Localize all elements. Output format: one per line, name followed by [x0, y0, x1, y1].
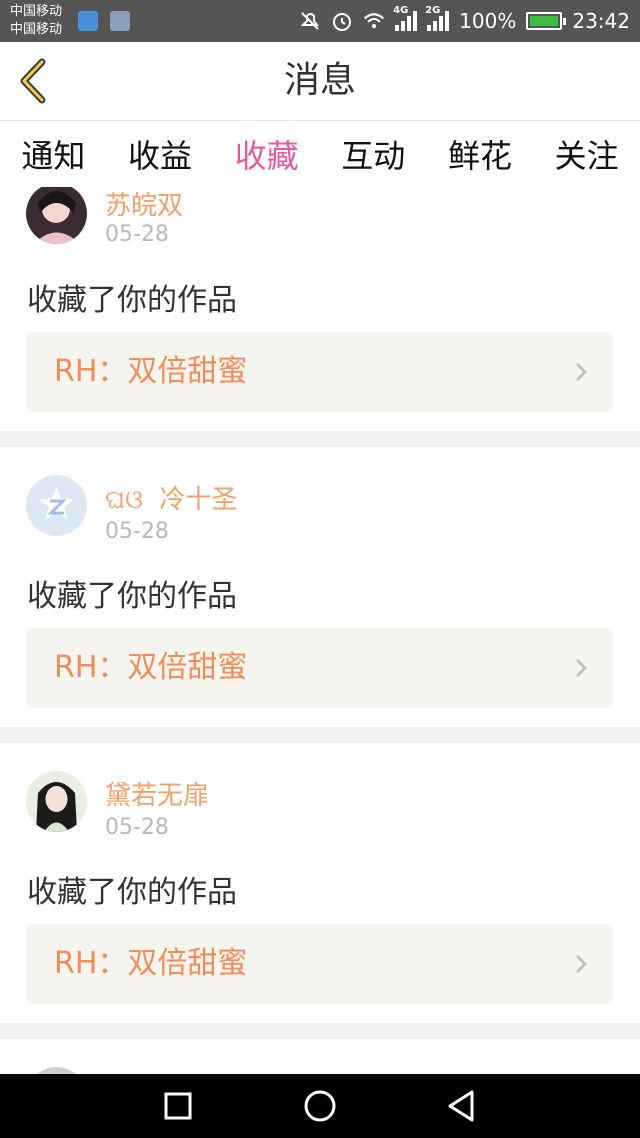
mute-icon	[299, 10, 321, 32]
app-header: 消息	[0, 42, 640, 121]
recents-button[interactable]	[160, 1088, 196, 1124]
clock: 23:42	[572, 9, 630, 33]
network-type-2: 2G	[425, 5, 441, 16]
tab-notifications[interactable]: 通知	[13, 131, 93, 177]
user-avatar[interactable]	[26, 187, 87, 244]
message-date: 05-28	[105, 815, 169, 840]
tab-interactions[interactable]: 互动	[333, 131, 413, 177]
notification-image-icon	[110, 11, 130, 31]
work-link[interactable]: RH：双倍甜蜜	[26, 628, 613, 708]
user-name[interactable]: ଘଓ 冷十圣	[105, 479, 237, 516]
back-triangle-icon	[448, 1090, 474, 1122]
work-link[interactable]: RH：双倍甜蜜	[26, 332, 613, 412]
user-name[interactable]: 苏皖双	[105, 187, 183, 222]
work-title: RH：双倍甜蜜	[54, 650, 248, 685]
notification-app-icon	[78, 11, 98, 31]
default-avatar-icon	[26, 475, 87, 536]
user-name[interactable]: 黛若无扉	[105, 775, 209, 812]
tab-favorites[interactable]: 收藏	[227, 131, 307, 177]
battery-icon	[526, 12, 567, 30]
carrier-2: 中国移动	[10, 22, 63, 37]
home-button[interactable]	[302, 1088, 338, 1124]
message-card: ଘଓ 冷十圣 05-28 收藏了你的作品 RH：双倍甜蜜	[0, 447, 640, 727]
work-title: RH：双倍甜蜜	[54, 354, 248, 389]
chevron-right-icon	[576, 363, 587, 381]
message-card	[0, 1039, 640, 1074]
system-navigation-bar	[0, 1074, 640, 1138]
battery-percent: 100%	[459, 9, 517, 33]
name-text: 冷十圣	[159, 485, 238, 515]
tab-following[interactable]: 关注	[547, 131, 627, 177]
tab-bar: 通知 收益 收藏 互动 鲜花 关注	[0, 121, 640, 187]
status-bar: 中国移动 中国移动 4G 2G 100% 23:42	[0, 0, 640, 42]
back-nav-button[interactable]	[444, 1088, 480, 1124]
message-list[interactable]: 苏皖双 05-28 收藏了你的作品 RH：双倍甜蜜 ଘଓ 冷十圣 05-28 收…	[0, 187, 640, 1074]
work-link[interactable]: RH：双倍甜蜜	[26, 924, 613, 1004]
message-card: 黛若无扉 05-28 收藏了你的作品 RH：双倍甜蜜	[0, 743, 640, 1023]
alarm-icon	[331, 10, 353, 32]
user-avatar[interactable]	[26, 771, 87, 832]
recents-square-icon	[164, 1092, 192, 1120]
work-title: RH：双倍甜蜜	[54, 946, 248, 981]
chevron-right-icon	[576, 659, 587, 677]
message-card: 苏皖双 05-28 收藏了你的作品 RH：双倍甜蜜	[0, 187, 640, 431]
home-circle-icon	[304, 1090, 336, 1122]
tab-earnings[interactable]: 收益	[120, 131, 200, 177]
carrier-labels: 中国移动 中国移动	[10, 3, 62, 39]
message-action: 收藏了你的作品	[27, 875, 237, 910]
tab-flowers[interactable]: 鲜花	[440, 131, 520, 177]
name-prefix: ଘଓ	[105, 485, 144, 515]
user-avatar[interactable]	[26, 475, 87, 536]
network-type-1: 4G	[393, 5, 409, 16]
carrier-1: 中国移动	[10, 4, 63, 19]
message-date: 05-28	[105, 222, 169, 247]
wifi-icon	[363, 10, 385, 32]
signal-icon-2: 2G	[425, 5, 450, 31]
page-title: 消息	[283, 60, 356, 101]
message-action: 收藏了你的作品	[27, 283, 237, 318]
message-action: 收藏了你的作品	[27, 579, 237, 614]
signal-icon-1: 4G	[393, 5, 418, 31]
message-date: 05-28	[105, 519, 169, 544]
user-avatar[interactable]	[26, 1067, 87, 1074]
chevron-right-icon	[576, 955, 587, 973]
